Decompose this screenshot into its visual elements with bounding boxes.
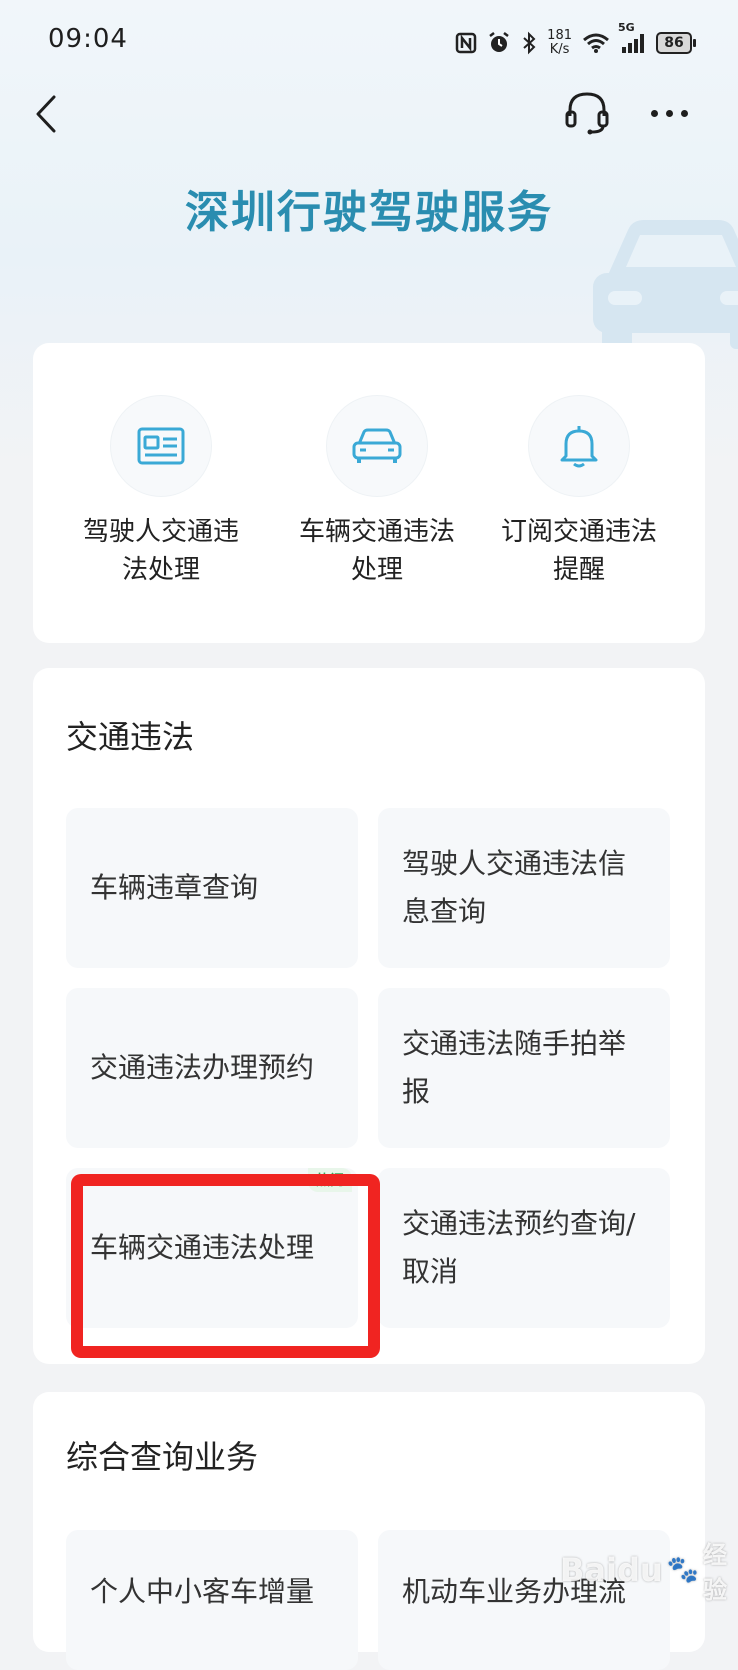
tile-label: 驾驶人交通违法信息查询 [402,847,627,928]
back-button[interactable] [26,90,66,138]
bluetooth-icon [521,31,537,55]
quick-action-icon-wrap [110,395,212,497]
status-time: 09:04 [48,24,128,54]
paw-icon: 🐾 [666,1555,700,1585]
network-speed-unit: K/s [549,42,570,57]
status-icons: 181 K/s 5G 86 [455,22,696,60]
quick-action-label: 订阅交通违法提醒 [500,517,657,585]
status-bar: 09:04 181 K/s 5G 86 [0,0,738,84]
section-title-violation: 交通违法 [66,718,195,756]
customer-service-button[interactable] [562,88,612,138]
quick-action-label: 驾驶人交通违法处理 [82,517,239,585]
query-section-card: 综合查询业务 个人中小客车增量 机动车业务办理流 [33,1392,705,1670]
baidu-watermark: Baidu 🐾 经验 [560,1535,738,1605]
watermark-suffix: 经验 [703,1541,728,1604]
wifi-icon [582,32,610,54]
more-button[interactable] [644,96,694,130]
violation-section-card: 交通违法 车辆违章查询 驾驶人交通违法信息查询 交通违法办理预约 交通违法随手拍… [33,668,705,1364]
battery-indicator: 86 [656,32,696,54]
nfc-icon [455,32,477,54]
tile-label: 车辆违章查询 [90,871,259,904]
watermark-text: Baidu [560,1551,663,1589]
network-speed: 181 K/s [547,29,572,57]
tile-violation-report[interactable]: 交通违法随手拍举报 [378,988,670,1148]
tile-label: 交通违法办理预约 [90,1051,315,1084]
tile-driver-violation-info[interactable]: 驾驶人交通违法信息查询 [378,808,670,968]
quick-action-label: 车辆交通违法处理 [298,517,455,585]
headset-icon [565,92,609,135]
bell-icon [560,426,598,468]
alarm-icon [487,31,511,55]
tile-vehicle-violation-query[interactable]: 车辆违章查询 [66,808,358,968]
section-title-query: 综合查询业务 [66,1438,259,1476]
more-dot [650,109,658,117]
quick-action-subscribe-reminder[interactable]: 订阅交通违法提醒 [479,395,679,589]
quick-action-icon-wrap [326,395,428,497]
hot-badge: 热门 [308,1168,352,1192]
tile-vehicle-violation-handling[interactable]: 热门 车辆交通违法处理 [66,1168,358,1328]
tile-label: 个人中小客车增量 [90,1575,315,1608]
tile-appointment-query-cancel[interactable]: 交通违法预约查询/取消 [378,1168,670,1328]
signal-type-label: 5G [618,21,635,34]
tile-personal-car-quota[interactable]: 个人中小客车增量 [66,1530,358,1670]
cellular-signal-icon: 5G [618,22,646,54]
page-title: 深圳行驶驾驶服务 [185,187,553,238]
chevron-left-icon [36,95,56,133]
tile-label: 交通违法随手拍举报 [402,1027,627,1108]
tile-label: 车辆交通违法处理 [90,1231,315,1264]
more-dot [680,109,688,117]
network-speed-value: 181 [547,28,572,43]
quick-actions-card: 驾驶人交通违法处理 车辆交通违法处理 订阅交通违法提醒 [33,343,705,643]
tile-label: 交通违法预约查询/取消 [402,1207,636,1288]
quick-action-vehicle-violation[interactable]: 车辆交通违法处理 [277,395,477,589]
quick-action-driver-violation[interactable]: 驾驶人交通违法处理 [61,395,261,589]
tile-violation-appointment[interactable]: 交通违法办理预约 [66,988,358,1148]
car-icon [352,428,402,463]
more-dot [665,109,673,117]
id-card-icon [137,427,185,465]
quick-action-icon-wrap [528,395,630,497]
